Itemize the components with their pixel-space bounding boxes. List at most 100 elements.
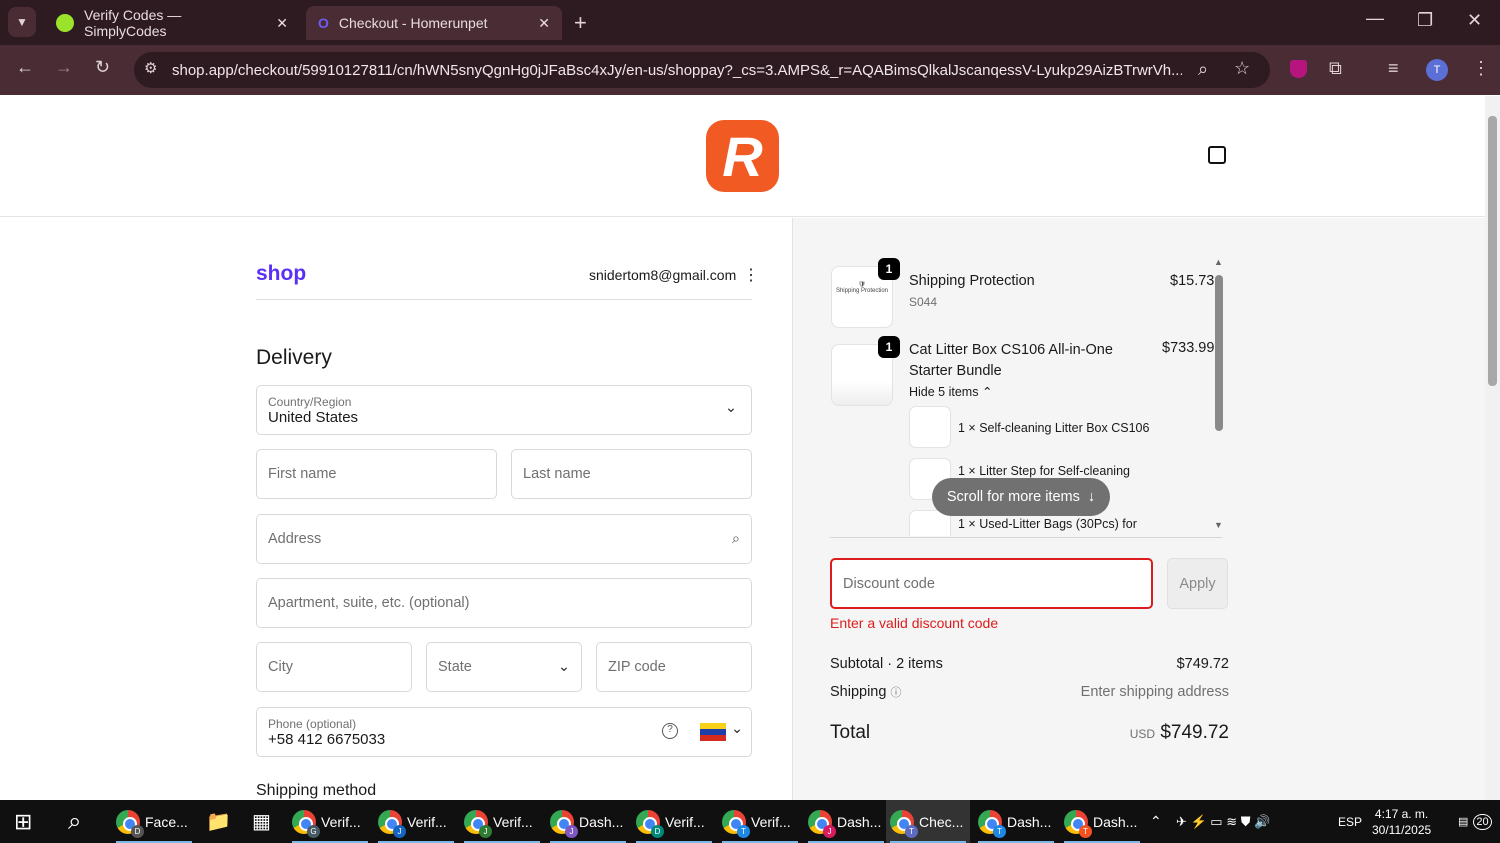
taskbar-app-chrome[interactable]: T Dash... (974, 800, 1058, 843)
close-tab-icon[interactable]: ✕ (538, 15, 550, 32)
placeholder: First name (268, 466, 337, 482)
bundle-component: 1 × Self-cleaning Litter Box CS106 (958, 421, 1150, 435)
scrollbar-thumb[interactable] (1488, 116, 1497, 386)
first-name-input[interactable]: First name (256, 449, 497, 499)
app-label: Face... (145, 813, 188, 830)
tab-verify-codes[interactable]: Verify Codes — SimplyCodes ✕ (44, 6, 300, 40)
taskbar-app-chrome[interactable]: J Dash... (804, 800, 888, 843)
city-input[interactable]: City (256, 642, 412, 692)
close-tab-icon[interactable]: ✕ (276, 15, 288, 32)
phone-label: Phone (optional) (268, 716, 357, 731)
taskbar-app-chrome[interactable]: D Face... (112, 800, 196, 843)
apply-button[interactable]: Apply (1167, 558, 1228, 609)
account-menu-icon[interactable]: ⋮ (743, 265, 759, 285)
minimize-button[interactable]: — (1366, 8, 1384, 29)
taskbar: ⊞ ⌕ D Face... 📁 ▦ G Verif... J Verif... J Verif..… (0, 800, 1500, 843)
url-text: shop.app/checkout/59910127811/cn/hWN5sny… (172, 61, 1182, 79)
address-input[interactable]: Address ⌕ (256, 514, 752, 564)
zoom-icon[interactable]: ⌕ (1198, 59, 1208, 80)
profile-badge: D (651, 824, 664, 838)
placeholder: Discount code (843, 575, 935, 592)
cart-items-list[interactable]: 🛡 Shipping Protection 1 Shipping Protecti… (830, 258, 1214, 536)
tray-overflow-icon[interactable]: ⌃ (1146, 800, 1166, 843)
tab-search-button[interactable]: ▼ (8, 7, 36, 37)
page-scrollbar[interactable] (1485, 96, 1500, 800)
bookmark-star-icon[interactable]: ☆ (1234, 58, 1250, 79)
notifications-button[interactable]: ▤ 20 (1454, 800, 1496, 843)
total-value: USD $749.72 (1130, 722, 1229, 744)
extensions-icon[interactable]: ⧉ (1329, 58, 1342, 79)
chevron-down-icon[interactable]: ⌄ (731, 721, 743, 737)
profile-badge: J (823, 824, 836, 838)
item-sku: S044 (909, 295, 938, 309)
chrome-icon: J (378, 809, 406, 838)
divider (830, 537, 1222, 538)
scroll-up-arrow[interactable]: ▲ (1214, 257, 1223, 267)
last-name-input[interactable]: Last name (511, 449, 752, 499)
clock[interactable]: 4:17 a. m. 30/11/2025 (1368, 800, 1435, 843)
start-button[interactable]: ⊞ (10, 800, 36, 843)
reload-icon[interactable]: ↻ (95, 57, 110, 78)
app-label: Dash... (1007, 813, 1052, 830)
taskbar-app-chrome[interactable]: D Verif... (632, 800, 716, 843)
profile-avatar[interactable]: T (1426, 59, 1448, 81)
checkout-page: R shop snidertom8@gmail.com ⋮ Delivery C… (0, 96, 1485, 800)
venezuela-flag-icon[interactable] (700, 723, 726, 741)
extension-ublock-icon[interactable] (1290, 60, 1307, 78)
placeholder: ZIP code (608, 659, 666, 675)
profile-badge: T (905, 824, 918, 838)
quantity-badge: 1 (878, 336, 900, 358)
cart-scrollbar[interactable] (1215, 275, 1223, 431)
item-price: $15.73 (1170, 273, 1214, 289)
chrome-icon: J (550, 809, 578, 838)
taskbar-app-chrome[interactable]: T Chec... (886, 800, 970, 843)
cart-bag-icon[interactable] (1208, 146, 1226, 164)
close-window-button[interactable]: ✕ (1467, 10, 1482, 31)
bundle-component: 1 × Litter Step for Self-cleaning (958, 464, 1130, 478)
total-amount: $749.72 (1160, 722, 1229, 743)
new-tab-button[interactable]: + (574, 10, 587, 36)
profile-badge: T (993, 824, 1006, 838)
scroll-down-arrow[interactable]: ▼ (1214, 520, 1223, 530)
site-info-icon[interactable]: ⚙ (144, 59, 157, 77)
shipping-label: Shipping ⓘ (830, 684, 901, 700)
taskbar-app-chrome[interactable]: J Verif... (460, 800, 544, 843)
chrome-icon: G (292, 809, 320, 838)
state-select[interactable]: State ⌄ (426, 642, 582, 692)
profile-badge: J (393, 824, 406, 838)
store-logo[interactable]: R (706, 120, 779, 192)
zip-input[interactable]: ZIP code (596, 642, 752, 692)
shop-icon: O (318, 15, 329, 31)
taskbar-app-chrome[interactable]: T Verif... (718, 800, 802, 843)
component-thumb (909, 406, 951, 448)
address-bar[interactable]: ⚙ shop.app/checkout/59910127811/cn/hWN5s… (134, 52, 1270, 88)
taskbar-app-chrome[interactable]: T Dash... (1060, 800, 1144, 843)
phone-input[interactable]: Phone (optional) +58 412 6675033 ? ⌄ (256, 707, 752, 757)
hide-items-toggle[interactable]: Hide 5 items ⌃ (909, 384, 992, 399)
tab-checkout[interactable]: O Checkout - Homerunpet ✕ (306, 6, 562, 40)
taskbar-app-chrome[interactable]: G Verif... (288, 800, 372, 843)
profile-badge: J (479, 824, 492, 838)
chrome-icon: D (636, 809, 664, 838)
forward-icon[interactable]: → (55, 57, 73, 78)
taskbar-app-chrome[interactable]: J Dash... (546, 800, 630, 843)
toggle-label: Hide 5 items (909, 385, 979, 399)
taskbar-app-chrome[interactable]: J Verif... (374, 800, 458, 843)
help-icon[interactable]: ⓘ (890, 687, 901, 699)
media-icon[interactable]: ≡ (1388, 58, 1399, 79)
language-indicator[interactable]: ESP (1334, 800, 1366, 843)
profile-badge: T (1079, 824, 1092, 838)
app-label: Dash... (1093, 813, 1138, 830)
file-explorer-icon[interactable]: 📁 (202, 800, 235, 843)
app-label: Dash... (837, 813, 882, 830)
menu-icon[interactable]: ⋮ (1472, 58, 1490, 79)
calculator-icon[interactable]: ▦ (248, 800, 275, 843)
discount-code-input[interactable]: Discount code (830, 558, 1153, 609)
help-icon[interactable]: ? (662, 723, 678, 739)
back-icon[interactable]: ← (16, 57, 34, 78)
restore-button[interactable]: ❐ (1417, 10, 1433, 31)
apartment-input[interactable]: Apartment, suite, etc. (optional) (256, 578, 752, 628)
search-button[interactable]: ⌕ (64, 800, 85, 843)
country-select[interactable]: Country/Region United States ⌄ (256, 385, 752, 435)
scroll-for-more-button[interactable]: Scroll for more items ↓ (932, 478, 1110, 516)
